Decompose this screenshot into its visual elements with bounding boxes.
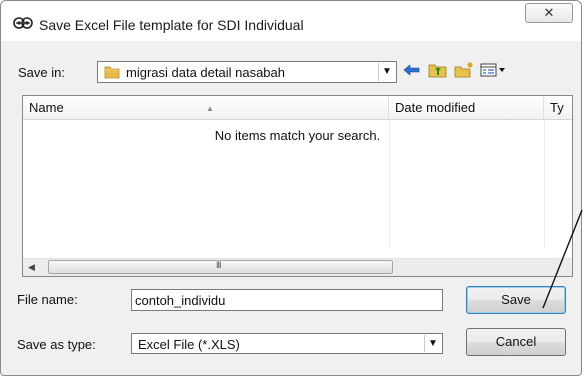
app-icon bbox=[13, 17, 33, 29]
file-name-field[interactable] bbox=[135, 292, 435, 308]
file-list[interactable]: Name ▲ Date modified Ty No items match y… bbox=[22, 95, 573, 277]
scroll-left-icon[interactable]: ◀ bbox=[23, 259, 40, 276]
scrollbar-thumb[interactable]: III bbox=[48, 260, 393, 274]
column-header-type[interactable]: Ty bbox=[544, 96, 573, 119]
file-name-input[interactable] bbox=[131, 289, 443, 311]
grip-icon: III bbox=[216, 260, 221, 270]
chevron-down-icon[interactable]: ▼ bbox=[424, 335, 441, 352]
save-button[interactable]: Save bbox=[466, 286, 566, 314]
folder-icon bbox=[104, 66, 120, 79]
column-header-name[interactable]: Name ▲ bbox=[23, 96, 389, 119]
file-name-label: File name: bbox=[17, 292, 78, 307]
file-list-header: Name ▲ Date modified Ty bbox=[23, 96, 572, 120]
save-as-type-label: Save as type: bbox=[17, 337, 96, 352]
view-menu-icon[interactable] bbox=[479, 61, 507, 79]
cancel-button[interactable]: Cancel bbox=[466, 328, 566, 356]
close-button[interactable]: ✕ bbox=[525, 3, 573, 23]
save-as-type-value: Excel File (*.XLS) bbox=[138, 337, 240, 352]
save-as-type-dropdown[interactable]: Excel File (*.XLS) ▼ bbox=[131, 333, 443, 354]
close-icon: ✕ bbox=[543, 5, 555, 20]
empty-message: No items match your search. bbox=[214, 128, 381, 143]
dialog-body: Save in: migrasi data detail nasabah ▼ N… bbox=[9, 41, 573, 369]
column-header-date-modified[interactable]: Date modified bbox=[389, 96, 544, 119]
new-folder-icon[interactable] bbox=[453, 61, 475, 79]
title-bar: Save Excel File template for SDI Individ… bbox=[1, 1, 581, 41]
chevron-down-icon[interactable]: ▼ bbox=[378, 63, 395, 81]
save-dialog: Save Excel File template for SDI Individ… bbox=[0, 0, 582, 376]
back-icon[interactable] bbox=[401, 61, 423, 79]
horizontal-scrollbar[interactable]: ◀ III bbox=[23, 258, 572, 276]
save-in-label: Save in: bbox=[18, 65, 65, 80]
sort-up-icon: ▲ bbox=[206, 104, 214, 113]
save-in-value: migrasi data detail nasabah bbox=[126, 65, 285, 80]
save-in-dropdown[interactable]: migrasi data detail nasabah ▼ bbox=[97, 61, 397, 83]
window-title: Save Excel File template for SDI Individ… bbox=[39, 17, 304, 33]
up-folder-icon[interactable] bbox=[427, 61, 449, 79]
